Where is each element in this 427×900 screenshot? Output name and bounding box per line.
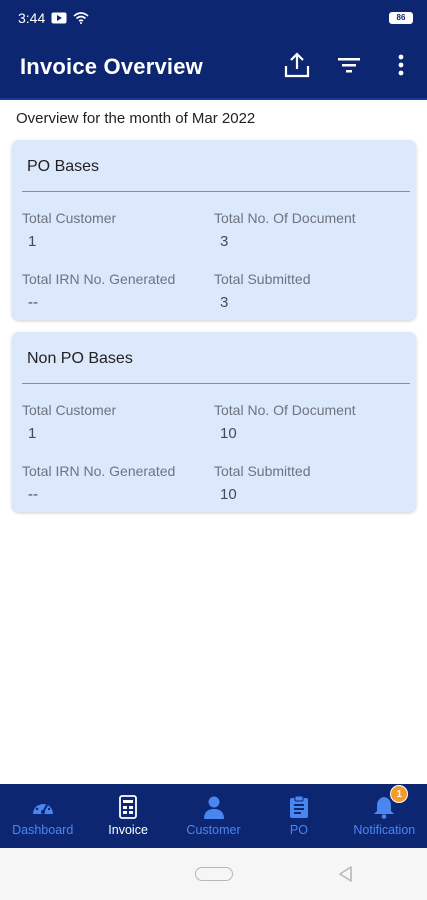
nav-item-dashboard[interactable]: Dashboard: [0, 784, 85, 848]
upload-button[interactable]: [271, 41, 323, 93]
media-notification-icon: [51, 12, 67, 24]
invoice-icon: [116, 795, 140, 819]
more-vert-icon: [397, 53, 405, 82]
nav-item-notification[interactable]: 1 Notification: [342, 784, 427, 848]
stat-label: Total IRN No. Generated: [22, 463, 176, 479]
battery-icon: 86: [389, 12, 413, 24]
stat-value: 3: [220, 294, 229, 311]
stat-label: Total No. Of Document: [214, 210, 356, 226]
home-button[interactable]: [195, 867, 233, 881]
stat-value: 1: [28, 233, 37, 250]
stat-total-submitted: Total Submitted 10: [214, 463, 311, 503]
nav-label: Invoice: [108, 823, 148, 837]
wifi-icon: [73, 12, 89, 24]
stat-total-irn: Total IRN No. Generated --: [22, 271, 175, 311]
status-time: 3:44: [18, 10, 46, 26]
battery-level: 86: [396, 13, 406, 22]
back-triangle-icon: [337, 866, 353, 887]
app-bar: Invoice Overview: [0, 36, 427, 100]
stat-total-irn: Total IRN No. Generated --: [22, 463, 175, 503]
clipboard-icon: [287, 795, 311, 819]
stat-value: 10: [220, 425, 237, 442]
upload-icon: [282, 50, 312, 85]
filter-icon: [337, 55, 361, 80]
non-po-bases-card[interactable]: Non PO Bases Total Customer 1 Total No. …: [12, 332, 416, 512]
stat-label: Total Customer: [22, 210, 117, 226]
bell-icon: 1: [372, 785, 409, 819]
card-title: PO Bases: [27, 158, 100, 175]
card-divider: [22, 191, 410, 192]
page-title: Invoice Overview: [20, 54, 203, 79]
stat-value: 3: [220, 233, 229, 250]
person-icon: [202, 795, 226, 819]
back-button[interactable]: [337, 865, 353, 888]
more-options-button[interactable]: [375, 41, 427, 93]
status-bar: 3:44 86: [0, 0, 427, 36]
stat-value: 1: [28, 425, 37, 442]
stat-total-customer: Total Customer 1: [22, 402, 116, 442]
nav-label: Customer: [186, 823, 241, 837]
nav-item-customer[interactable]: Customer: [171, 784, 256, 848]
bottom-navigation: Dashboard Invoice Customer PO 1 Notifica…: [0, 784, 427, 848]
stat-label: Total Customer: [22, 402, 117, 418]
po-bases-card[interactable]: PO Bases Total Customer 1 Total No. Of D…: [12, 140, 416, 320]
nav-label: PO: [289, 823, 308, 837]
nav-item-invoice[interactable]: Invoice: [85, 784, 170, 848]
card-title: Non PO Bases: [27, 350, 133, 367]
stat-total-customer: Total Customer 1: [22, 210, 116, 250]
overview-subtitle: Overview for the month of Mar 2022: [16, 110, 256, 127]
stat-label: Total Submitted: [214, 271, 311, 287]
stat-total-documents: Total No. Of Document 10: [214, 402, 356, 442]
stat-value: --: [28, 486, 38, 503]
system-navigation-bar: [0, 848, 427, 900]
filter-button[interactable]: [323, 41, 375, 93]
card-divider: [22, 383, 410, 384]
nav-item-po[interactable]: PO: [256, 784, 341, 848]
nav-label: Dashboard: [12, 823, 74, 837]
nav-label: Notification: [353, 823, 416, 837]
dashboard-gauge-icon: [31, 795, 55, 819]
stat-value: --: [28, 294, 38, 311]
stat-total-documents: Total No. Of Document 3: [214, 210, 356, 250]
stat-total-submitted: Total Submitted 3: [214, 271, 311, 311]
stat-label: Total IRN No. Generated: [22, 271, 176, 287]
notification-badge: 1: [390, 785, 409, 803]
stat-label: Total No. Of Document: [214, 402, 356, 418]
stat-label: Total Submitted: [214, 463, 311, 479]
stat-value: 10: [220, 486, 237, 503]
